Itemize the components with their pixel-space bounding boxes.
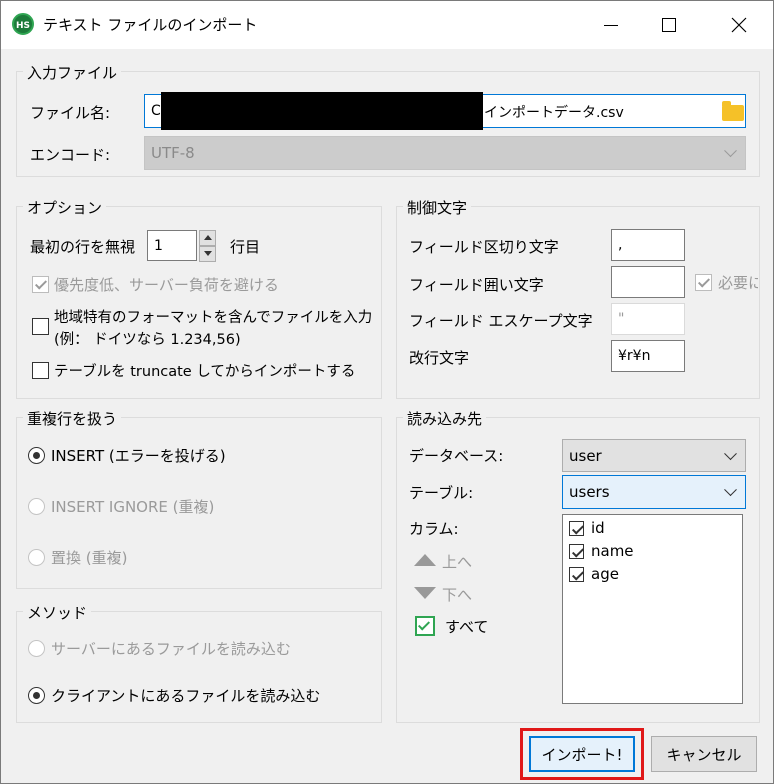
first-row-unit: 行目 [230,238,261,256]
method-group: メソッド [16,602,382,723]
move-down-icon[interactable] [414,587,436,599]
chevron-down-icon [724,483,737,497]
column-age-checkbox[interactable] [569,567,584,582]
required-label: 必要に [718,274,758,292]
app-logo-icon: HS [12,13,34,35]
encode-label: エンコード: [30,146,111,164]
locale-format-label-line1: 地域特有のフォーマットを含んでファイルを入力 [54,310,373,326]
column-id-checkbox[interactable] [569,521,584,536]
low-priority-label: 優先度低、サーバー負荷を避ける [54,276,279,294]
field-enclose-label: フィールド囲い文字 [409,276,544,294]
table-select[interactable]: users [562,475,746,509]
options-group-label: オプション [23,197,107,218]
filename-suffix: インポートデータ.csv [484,105,624,121]
radio-insert-ignore-label: INSERT IGNORE (重複) [51,498,215,516]
line-break-input[interactable]: ¥r¥n [611,340,685,372]
close-button[interactable] [711,1,767,49]
field-escape-value: " [618,311,625,327]
radio-insert-label: INSERT (エラーを投げる) [51,447,226,465]
import-dialog: HS テキスト ファイルのインポート 入力ファイル ファイル名: C インポート… [0,0,774,784]
locale-format-checkbox[interactable] [32,318,49,335]
chevron-down-icon [724,446,737,460]
radio-server-file-label: サーバーにあるファイルを読み込む [51,640,291,658]
minimize-button[interactable] [583,1,639,49]
radio-insert[interactable] [28,447,45,464]
radio-replace-label: 置換 (重複) [51,549,128,567]
filename-label: ファイル名: [30,104,111,122]
window-title: テキスト ファイルのインポート [43,16,258,34]
arrow-down-icon [204,251,212,256]
field-sep-value: , [618,237,623,253]
database-label: データベース: [409,447,504,465]
move-down-label: 下へ [442,586,473,604]
maximize-button[interactable] [641,1,697,49]
maximize-icon [662,18,676,32]
field-enclose-input[interactable] [611,266,685,298]
first-row-input[interactable]: 1 [147,230,197,261]
field-escape-label: フィールド エスケープ文字 [409,312,593,330]
spin-up-button[interactable] [199,230,216,246]
method-group-label: メソッド [23,602,92,623]
folder-icon[interactable] [722,101,744,121]
table-value: users [569,483,610,501]
encode-select[interactable]: UTF-8 [144,136,746,170]
field-sep-input[interactable]: , [611,229,685,261]
column-name-label: name [591,542,634,560]
locale-format-label-line2: (例： ドイツなら 1.234,56) [54,332,241,348]
chevron-down-icon [724,144,737,158]
move-up-icon[interactable] [414,554,436,566]
column-id-label: id [591,519,605,537]
control-chars-group-label: 制御文字 [403,197,472,218]
truncate-checkbox[interactable] [32,362,49,379]
control-chars-group: 制御文字 [396,197,760,399]
first-row-value: 1 [154,237,163,254]
radio-server-file[interactable] [28,640,45,657]
field-escape-input[interactable]: " [611,303,685,335]
title-bar[interactable]: HS テキスト ファイルのインポート [1,1,773,49]
radio-replace[interactable] [28,549,45,566]
arrow-up-icon [204,235,212,240]
field-sep-label: フィールド区切り文字 [409,238,559,256]
database-select[interactable]: user [562,439,746,472]
encode-value: UTF-8 [151,144,195,162]
filename-prefix: C [151,103,161,119]
columns-list[interactable]: id name age [562,514,743,704]
radio-insert-ignore[interactable] [28,498,45,515]
redacted-path [161,92,483,130]
table-label: テーブル: [409,484,474,502]
column-name-checkbox[interactable] [569,544,584,559]
columns-label: カラム: [409,520,459,538]
radio-client-file[interactable] [28,687,45,704]
select-all-label: すべて [445,618,489,636]
move-up-label: 上へ [442,553,473,571]
first-row-label: 最初の行を無視 [30,238,136,256]
column-age-label: age [591,565,619,583]
line-break-value: ¥r¥n [618,348,651,364]
cancel-button[interactable]: キャンセル [651,736,757,772]
import-button[interactable]: インポート! [529,736,635,772]
spin-down-button[interactable] [199,246,216,262]
low-priority-checkbox[interactable] [32,276,49,293]
required-checkbox[interactable] [695,274,712,291]
destination-group-label: 読み込み先 [403,408,487,429]
database-value: user [569,446,602,465]
duplicates-group-label: 重複行を扱う [23,408,122,429]
close-icon [731,17,747,33]
line-break-label: 改行文字 [409,349,470,367]
input-file-group-label: 入力ファイル [23,62,122,83]
select-all-checkbox[interactable] [415,616,435,636]
minimize-icon [604,24,618,26]
radio-client-file-label: クライアントにあるファイルを読み込む [51,687,321,705]
truncate-label: テーブルを truncate してからインポートする [54,364,356,380]
